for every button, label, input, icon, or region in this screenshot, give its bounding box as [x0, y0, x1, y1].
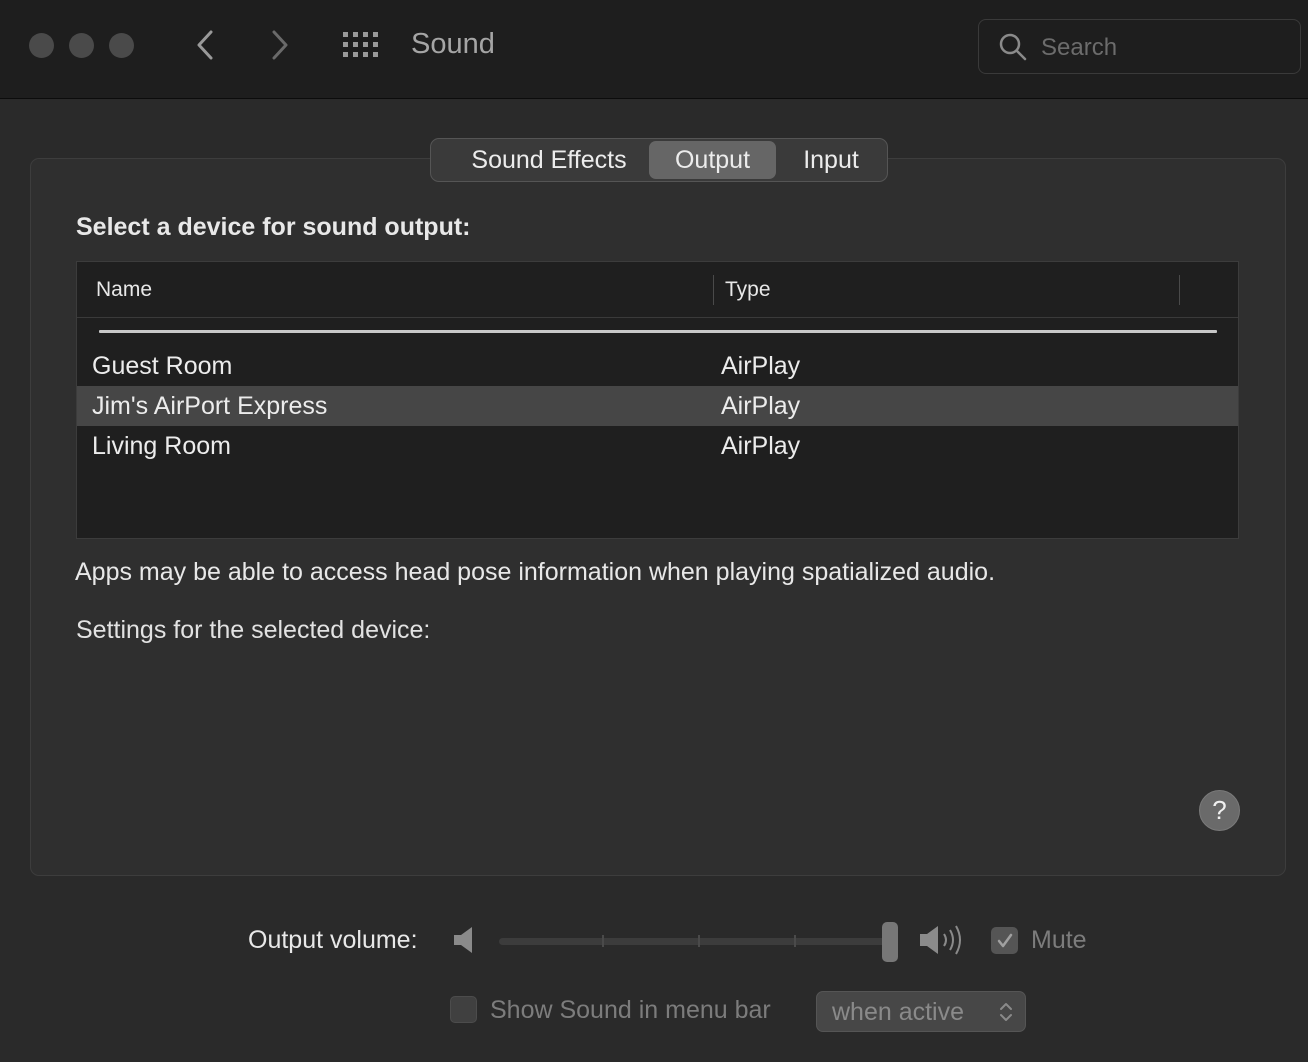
show-in-menubar-checkbox[interactable]	[450, 996, 477, 1023]
insertion-line	[99, 330, 1217, 333]
tab-sound-effects[interactable]: Sound Effects	[441, 141, 657, 179]
title-bar: Sound Search	[0, 0, 1308, 99]
menubar-visibility-popup[interactable]: when active	[816, 991, 1026, 1032]
slider-tick	[602, 935, 604, 947]
volume-slider-knob[interactable]	[882, 922, 898, 962]
slider-tick	[794, 935, 796, 947]
grid-icon[interactable]	[342, 31, 380, 59]
volume-slider[interactable]	[499, 938, 889, 945]
column-header-type[interactable]: Type	[725, 278, 771, 302]
device-type: AirPlay	[721, 432, 801, 460]
chevron-left-icon	[197, 30, 213, 60]
help-button[interactable]: ?	[1199, 790, 1240, 831]
close-icon[interactable]	[29, 33, 54, 58]
checkmark-icon	[997, 933, 1012, 947]
popup-value: when active	[832, 998, 965, 1026]
speaker-high-icon	[920, 925, 961, 955]
tab-output[interactable]: Output	[649, 141, 776, 179]
tab-bar: Sound Effects Output Input	[430, 138, 888, 182]
device-type: AirPlay	[721, 392, 801, 420]
device-name: Guest Room	[92, 352, 233, 380]
device-table: Name Type Guest Room AirPlay Jim's AirPo…	[76, 261, 1239, 539]
table-header: Name Type	[77, 262, 1238, 318]
search-icon	[999, 33, 1027, 61]
device-settings-label: Settings for the selected device:	[76, 616, 431, 644]
show-in-menubar-label: Show Sound in menu bar	[490, 996, 771, 1024]
section-label: Select a device for sound output:	[76, 213, 471, 241]
window-title: Sound	[411, 28, 495, 60]
device-name: Jim's AirPort Express	[92, 392, 328, 420]
column-divider	[1179, 275, 1180, 305]
table-row[interactable]: Living Room AirPlay	[77, 426, 1238, 466]
mute-label: Mute	[1031, 926, 1087, 954]
table-row-selected[interactable]: Jim's AirPort Express AirPlay	[77, 386, 1238, 426]
zoom-icon[interactable]	[109, 33, 134, 58]
device-name: Living Room	[92, 432, 231, 460]
tab-input[interactable]: Input	[781, 141, 881, 179]
column-header-name[interactable]: Name	[96, 278, 152, 302]
mute-checkbox[interactable]	[991, 927, 1018, 954]
forward-button[interactable]	[265, 28, 295, 62]
chevron-right-icon	[272, 30, 288, 60]
updown-chevron-icon	[1000, 1003, 1012, 1021]
output-volume-label: Output volume:	[248, 926, 418, 954]
search-input[interactable]: Search	[1041, 34, 1117, 62]
minimize-icon[interactable]	[69, 33, 94, 58]
table-row[interactable]: Guest Room AirPlay	[77, 346, 1238, 386]
column-divider	[713, 275, 714, 305]
slider-tick	[698, 935, 700, 947]
search-field[interactable]: Search	[978, 19, 1301, 74]
speaker-low-icon	[454, 927, 472, 953]
back-button[interactable]	[190, 28, 220, 62]
spatial-audio-notice: Apps may be able to access head pose inf…	[75, 558, 996, 586]
device-type: AirPlay	[721, 352, 801, 380]
